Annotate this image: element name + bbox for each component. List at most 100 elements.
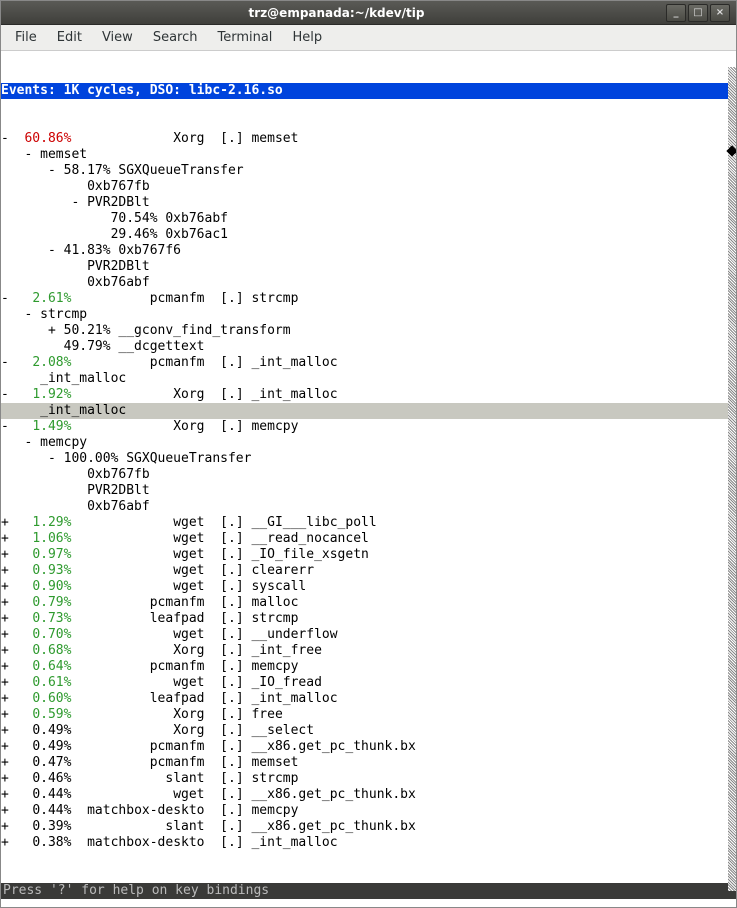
perf-row[interactable]: - 41.83% 0xb767f6	[1, 243, 736, 259]
menu-search[interactable]: Search	[143, 26, 208, 49]
perf-row[interactable]: - memcpy	[1, 435, 736, 451]
perf-row[interactable]: + 0.49% pcmanfm [.] __x86.get_pc_thunk.b…	[1, 739, 736, 755]
perf-row[interactable]: - memset	[1, 147, 736, 163]
expand-marker[interactable]: +	[1, 515, 32, 530]
perf-row[interactable]: 0xb767fb	[1, 467, 736, 483]
expand-marker[interactable]: +	[1, 835, 32, 850]
perf-row[interactable]: _int_malloc	[1, 371, 736, 387]
expand-marker[interactable]: -	[1, 131, 24, 146]
perf-row[interactable]: 49.79% __dcgettext	[1, 339, 736, 355]
symbol-text: leafpad [.] strcmp	[71, 611, 298, 626]
terminal-area[interactable]: Events: 1K cycles, DSO: libc-2.16.so - 6…	[1, 51, 736, 907]
perf-row[interactable]: - 1.92% Xorg [.] _int_malloc	[1, 387, 736, 403]
perf-row[interactable]: + 0.79% pcmanfm [.] malloc	[1, 595, 736, 611]
percent-value: 0.44%	[32, 803, 71, 818]
scrollbar[interactable]	[728, 67, 736, 891]
expand-marker[interactable]: +	[1, 787, 32, 802]
perf-row[interactable]: + 0.47% pcmanfm [.] memset	[1, 755, 736, 771]
perf-row[interactable]: - PVR2DBlt	[1, 195, 736, 211]
symbol-text: matchbox-deskto [.] memcpy	[71, 803, 298, 818]
expand-marker[interactable]: +	[1, 723, 32, 738]
symbol-text: leafpad [.] _int_malloc	[71, 691, 337, 706]
expand-marker[interactable]: +	[1, 643, 32, 658]
perf-row[interactable]: - 100.00% SGXQueueTransfer	[1, 451, 736, 467]
percent-value: 0.61%	[32, 675, 71, 690]
percent-value: 0.79%	[32, 595, 71, 610]
expand-marker[interactable]: +	[1, 675, 32, 690]
symbol-text: wget [.] __x86.get_pc_thunk.bx	[71, 787, 415, 802]
expand-marker[interactable]: -	[1, 355, 32, 370]
perf-row[interactable]: + 50.21% __gconv_find_transform	[1, 323, 736, 339]
menu-file[interactable]: File	[5, 26, 47, 49]
expand-marker[interactable]: +	[1, 803, 32, 818]
expand-marker[interactable]: +	[1, 691, 32, 706]
perf-row[interactable]: + 0.68% Xorg [.] _int_free	[1, 643, 736, 659]
perf-row[interactable]: 0xb76abf	[1, 499, 736, 515]
percent-value: 0.44%	[32, 787, 71, 802]
minimize-button[interactable]: _	[666, 4, 686, 22]
perf-row[interactable]: + 0.64% pcmanfm [.] memcpy	[1, 659, 736, 675]
perf-row[interactable]: 0xb76abf	[1, 275, 736, 291]
perf-row[interactable]: + 0.46% slant [.] strcmp	[1, 771, 736, 787]
menu-help[interactable]: Help	[282, 26, 332, 49]
perf-row[interactable]: + 0.61% wget [.] _IO_fread	[1, 675, 736, 691]
perf-row[interactable]: + 0.39% slant [.] __x86.get_pc_thunk.bx	[1, 819, 736, 835]
perf-row[interactable]: 29.46% 0xb76ac1	[1, 227, 736, 243]
expand-marker[interactable]: +	[1, 595, 32, 610]
perf-row[interactable]: + 0.90% wget [.] syscall	[1, 579, 736, 595]
perf-row[interactable]: + 0.97% wget [.] _IO_file_xsgetn	[1, 547, 736, 563]
perf-row[interactable]: + 0.38% matchbox-deskto [.] _int_malloc	[1, 835, 736, 851]
perf-row[interactable]: - 1.49% Xorg [.] memcpy	[1, 419, 736, 435]
terminal-window: trz@empanada:~/kdev/tip _ □ × File Edit …	[0, 0, 737, 908]
expand-marker[interactable]: -	[1, 291, 32, 306]
window-title: trz@empanada:~/kdev/tip	[7, 6, 666, 20]
perf-row[interactable]: - 58.17% SGXQueueTransfer	[1, 163, 736, 179]
percent-value: 2.61%	[32, 291, 71, 306]
expand-marker[interactable]: +	[1, 563, 32, 578]
expand-marker[interactable]: +	[1, 755, 32, 770]
perf-row[interactable]: + 0.60% leafpad [.] _int_malloc	[1, 691, 736, 707]
expand-marker[interactable]: +	[1, 627, 32, 642]
menu-view[interactable]: View	[92, 26, 143, 49]
perf-row[interactable]: + 1.29% wget [.] __GI___libc_poll	[1, 515, 736, 531]
perf-row[interactable]: - 2.08% pcmanfm [.] _int_malloc	[1, 355, 736, 371]
symbol-text: wget [.] __read_nocancel	[71, 531, 368, 546]
expand-marker[interactable]: +	[1, 611, 32, 626]
menu-terminal[interactable]: Terminal	[207, 26, 282, 49]
expand-marker[interactable]: +	[1, 531, 32, 546]
perf-row[interactable]: + 0.49% Xorg [.] __select	[1, 723, 736, 739]
menu-edit[interactable]: Edit	[47, 26, 92, 49]
perf-row[interactable]: + 0.59% Xorg [.] free	[1, 707, 736, 723]
perf-row[interactable]: PVR2DBlt	[1, 483, 736, 499]
titlebar[interactable]: trz@empanada:~/kdev/tip _ □ ×	[1, 1, 736, 25]
expand-marker[interactable]: +	[1, 739, 32, 754]
perf-row[interactable]: - 60.86% Xorg [.] memset	[1, 131, 736, 147]
symbol-text: slant [.] __x86.get_pc_thunk.bx	[71, 819, 415, 834]
expand-marker[interactable]: +	[1, 547, 32, 562]
perf-row[interactable]: + 0.44% wget [.] __x86.get_pc_thunk.bx	[1, 787, 736, 803]
expand-marker[interactable]: +	[1, 659, 32, 674]
maximize-button[interactable]: □	[688, 4, 708, 22]
expand-marker[interactable]: -	[1, 419, 32, 434]
perf-row[interactable]: + 0.73% leafpad [.] strcmp	[1, 611, 736, 627]
perf-row[interactable]: 0xb767fb	[1, 179, 736, 195]
expand-marker[interactable]: +	[1, 579, 32, 594]
perf-row[interactable]: - 2.61% pcmanfm [.] strcmp	[1, 291, 736, 307]
expand-marker[interactable]: -	[1, 387, 32, 402]
perf-row[interactable]: - strcmp	[1, 307, 736, 323]
close-button[interactable]: ×	[710, 4, 730, 22]
expand-marker[interactable]: +	[1, 707, 32, 722]
perf-row[interactable]: + 1.06% wget [.] __read_nocancel	[1, 531, 736, 547]
perf-row[interactable]: 70.54% 0xb76abf	[1, 211, 736, 227]
symbol-text: wget [.] syscall	[71, 579, 306, 594]
symbol-text: pcmanfm [.] __x86.get_pc_thunk.bx	[71, 739, 415, 754]
perf-row[interactable]: + 0.70% wget [.] __underflow	[1, 627, 736, 643]
expand-marker[interactable]: +	[1, 819, 32, 834]
perf-row[interactable]: PVR2DBlt	[1, 259, 736, 275]
perf-row[interactable]: _int_malloc	[1, 403, 736, 419]
perf-row[interactable]: + 0.44% matchbox-deskto [.] memcpy	[1, 803, 736, 819]
expand-marker[interactable]: +	[1, 771, 32, 786]
menubar: File Edit View Search Terminal Help	[1, 25, 736, 51]
perf-row[interactable]: + 0.93% wget [.] clearerr	[1, 563, 736, 579]
percent-value: 1.06%	[32, 531, 71, 546]
